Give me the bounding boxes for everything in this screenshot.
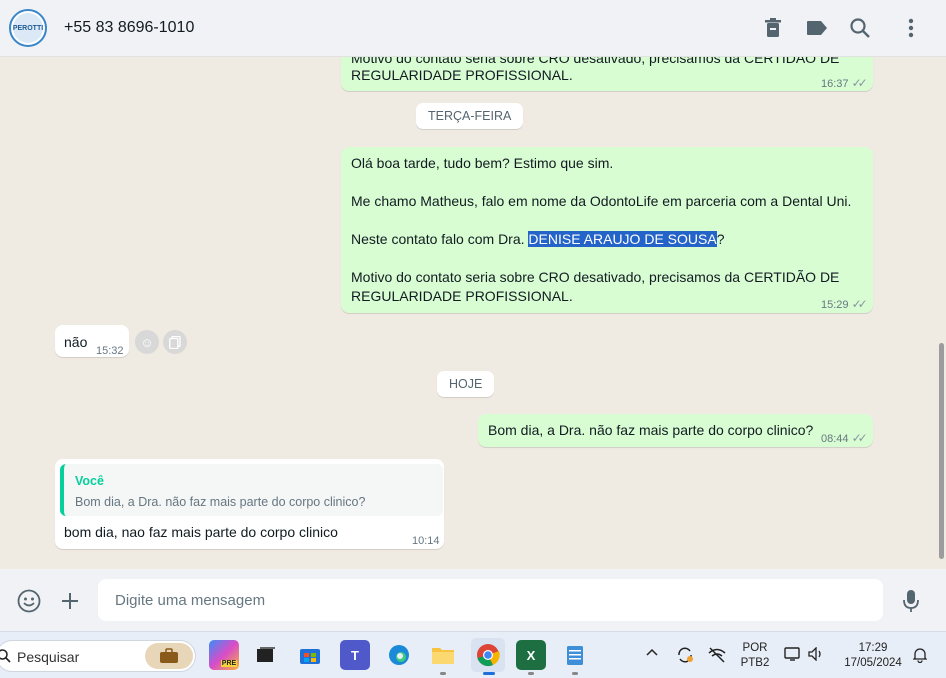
message-time: 10:14 <box>412 535 440 547</box>
message-text: Bom dia, a Dra. não faz mais parte do co… <box>488 422 814 438</box>
quoted-message[interactable]: Você Bom dia, a Dra. não faz mais parte … <box>60 464 443 516</box>
date-separator: HOJE <box>437 371 495 397</box>
message-text: Olá boa tarde, tudo bem? Estimo que sim. <box>351 155 614 171</box>
composer <box>0 569 946 631</box>
date-separator: TERÇA-FEIRA <box>416 103 524 129</box>
menu-icon[interactable] <box>899 16 923 40</box>
notepad-icon[interactable] <box>560 640 590 670</box>
message-time: 15:32 <box>96 345 124 357</box>
message-time: 16:37 ✓✓ <box>821 76 868 90</box>
task-view-icon[interactable] <box>251 640 281 670</box>
trash-icon[interactable] <box>761 16 785 40</box>
message-outgoing[interactable]: Olá boa tarde, tudo bem? Estimo que sim.… <box>341 147 873 313</box>
network-offline-icon[interactable] <box>707 646 727 667</box>
message-input[interactable] <box>98 579 883 621</box>
edge-icon[interactable] <box>384 640 414 670</box>
message-text: REGULARIDADE PROFISSIONAL. <box>351 288 573 304</box>
scrollbar[interactable] <box>939 343 944 559</box>
selected-text[interactable]: DENISE ARAUJO DE SOUSA <box>528 231 717 247</box>
teams-icon[interactable]: T <box>340 640 370 670</box>
message-incoming[interactable]: Você Bom dia, a Dra. não faz mais parte … <box>55 459 444 549</box>
attach-plus-icon[interactable] <box>57 588 83 614</box>
message-time: 15:29 ✓✓ <box>821 297 868 311</box>
read-ticks-icon: ✓✓ <box>851 76 868 90</box>
quote-text: Bom dia, a Dra. não faz mais parte do co… <box>75 495 366 509</box>
contact-name[interactable]: +55 83 8696-1010 <box>64 19 194 37</box>
message-text: Motivo do contato seria sobre CRO desati… <box>351 269 840 285</box>
search-icon <box>0 649 11 663</box>
taskbar-search[interactable]: Pesquisar <box>0 640 196 672</box>
briefcase-icon <box>145 643 193 669</box>
system-clock[interactable]: 17:29 17/05/2024 <box>836 641 910 671</box>
display-icon[interactable] <box>784 646 802 665</box>
chevron-up-icon[interactable] <box>646 644 658 659</box>
emoji-react-icon[interactable]: ☺ <box>135 330 159 354</box>
copy-icon[interactable] <box>163 330 187 354</box>
message-incoming[interactable]: não 15:32 <box>55 325 129 357</box>
emoji-icon[interactable] <box>16 588 42 614</box>
speaker-icon[interactable] <box>808 646 824 664</box>
message-text: bom dia, nao faz mais parte do corpo cli… <box>64 524 338 540</box>
chat-area[interactable]: Motivo do contato seria sobre CRO desati… <box>0 57 946 569</box>
message-outgoing[interactable]: Bom dia, a Dra. não faz mais parte do co… <box>478 414 873 447</box>
read-ticks-icon: ✓✓ <box>851 431 868 445</box>
message-text: não <box>64 334 88 350</box>
quote-author: Você <box>75 474 104 488</box>
avatar-logo: PEROTTI <box>13 13 43 43</box>
excel-icon[interactable]: X <box>516 640 546 670</box>
search-icon[interactable] <box>848 16 872 40</box>
store-icon[interactable] <box>295 640 325 670</box>
microphone-icon[interactable] <box>898 588 924 614</box>
input-language[interactable]: POR PTB2 <box>738 641 772 671</box>
label-icon[interactable] <box>805 16 829 40</box>
message-text: Me chamo Matheus, falo em nome da Odonto… <box>351 193 852 209</box>
file-explorer-icon[interactable] <box>428 640 458 670</box>
notification-bell-icon[interactable] <box>912 647 928 666</box>
taskbar-search-label: Pesquisar <box>17 649 80 665</box>
sync-icon[interactable] <box>676 646 694 667</box>
message-time: 08:44 ✓✓ <box>821 431 868 445</box>
read-ticks-icon: ✓✓ <box>851 297 868 311</box>
chat-header: PEROTTI +55 83 8696-1010 <box>0 0 946 57</box>
message-text: REGULARIDADE PROFISSIONAL. <box>351 67 573 83</box>
copilot-icon[interactable]: PRE <box>209 640 239 670</box>
windows-taskbar: Pesquisar PRE T X POR PTB2 17:29 17/05/2… <box>0 631 946 678</box>
chrome-icon[interactable] <box>471 638 505 672</box>
message-outgoing[interactable]: Motivo do contato seria sobre CRO desati… <box>341 57 873 91</box>
avatar[interactable]: PEROTTI <box>9 9 47 47</box>
message-text: Neste contato falo com Dra. DENISE ARAUJ… <box>351 231 725 247</box>
